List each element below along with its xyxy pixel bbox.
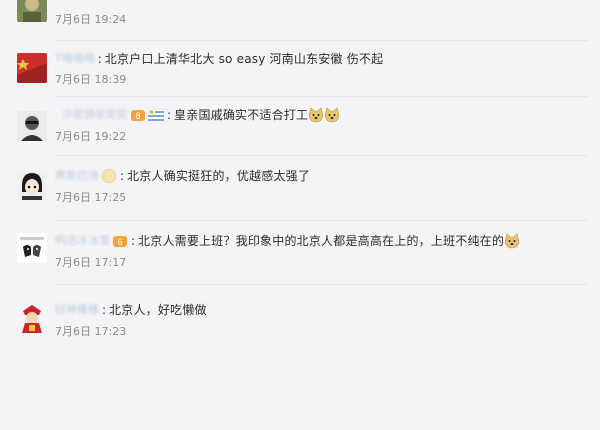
colon: : [131,234,136,248]
comment-time: 7月6日 17:23 [55,325,127,338]
divider [55,96,588,97]
comment-time: 7月6日 18:39 [55,73,127,86]
username[interactable]: · 沙驼骑驼驼驼 [55,106,128,124]
divider [55,284,588,285]
avatar-image [17,233,47,263]
divider [55,220,588,221]
comment-text: 皇亲国戚确实不适合打工 [174,108,309,122]
avatar[interactable] [17,0,47,22]
avatar-image [17,0,47,22]
username[interactable]: 弗斯巴迪 [55,167,99,185]
comment-text: 北京人确实挺狂的，优越感太强了 [127,169,311,183]
comment-feed: 7月6日 19:24 T嘀嘀嘀 : 北京户口上清华北大 so easy 河南山东… [0,0,600,430]
username[interactable]: 鸭迅冰冰雪 [55,232,110,250]
username[interactable]: T嘀嘀嘀 [55,50,95,68]
avatar[interactable] [17,233,47,263]
avatar-image [17,53,47,83]
vip-badge-icon: 6 [112,234,128,248]
avatar[interactable] [17,170,47,200]
avatar[interactable] [17,303,47,333]
comment-time: 7月6日 17:17 [55,256,127,269]
avatar-image [17,303,47,333]
vip-badge-icon: 8 [130,108,146,122]
avatar[interactable] [17,111,47,141]
flag-badge-icon [148,109,164,121]
svg-text:8: 8 [135,111,140,121]
doge-emoji-icon [504,233,520,249]
divider [55,40,588,41]
comment-text: 北京户口上清华北大 so easy 河南山东安徽 伤不起 [104,52,384,66]
colon: : [102,303,107,317]
comment-line: 好神棒棒 : 北京人，好吃懒做 [55,301,207,319]
comment-time: 7月6日 17:25 [55,191,127,204]
comment-time: 7月6日 19:22 [55,130,127,143]
avatar-image [17,111,47,141]
comment-text: 北京人，好吃懒做 [109,303,207,317]
comment-line: T嘀嘀嘀 : 北京户口上清华北大 so easy 河南山东安徽 伤不起 [55,50,383,68]
comment-line: · 沙驼骑驼驼驼 8 : 皇亲国戚确实不适合打工 [55,106,340,124]
comment-line: 弗斯巴迪 : 北京人确实挺狂的，优越感太强了 [55,167,310,185]
avatar[interactable] [17,53,47,83]
svg-text:6: 6 [117,237,122,247]
comment-text: 北京人需要上班？我印象中的北京人都是高高在上的，上班不纯在的 [138,234,505,248]
divider [55,155,588,156]
doge-emoji-icon [308,107,324,123]
username[interactable]: 好神棒棒 [55,301,99,319]
comment-line: 鸭迅冰冰雪 6 : 北京人需要上班？我印象中的北京人都是高高在上的，上班不纯在的 [55,232,520,250]
comment-time: 7月6日 19:24 [55,13,127,26]
smile-emoji-icon [101,168,117,184]
colon: : [167,108,172,122]
avatar-image [17,170,47,200]
colon: : [120,169,125,183]
doge-emoji-icon [324,107,340,123]
colon: : [97,52,102,66]
